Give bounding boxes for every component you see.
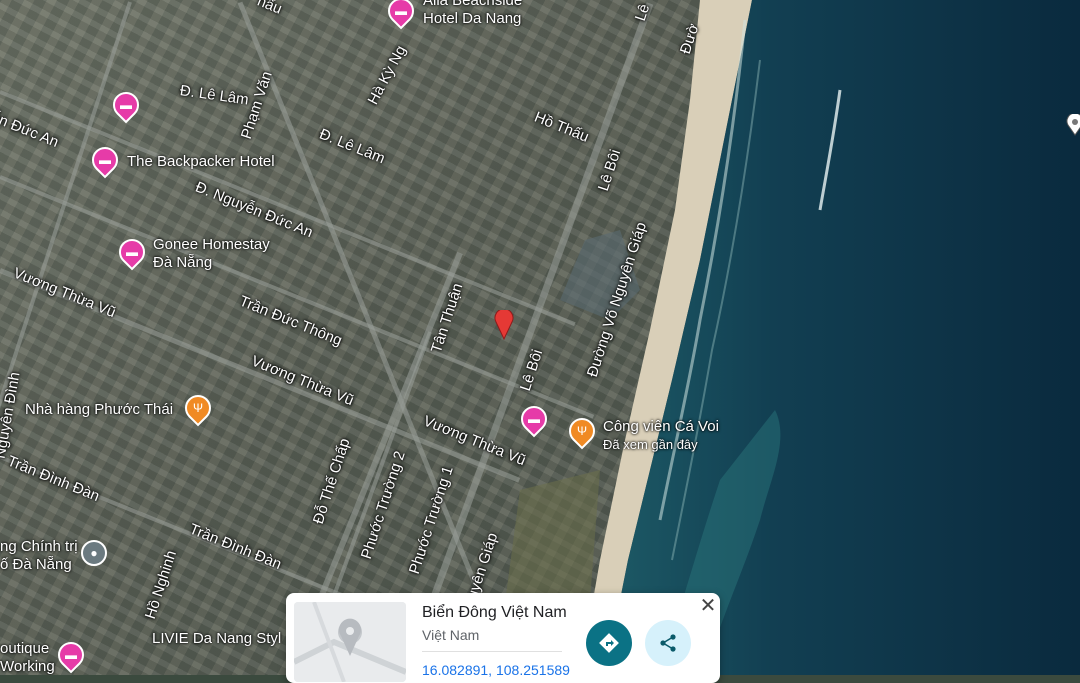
share-icon	[660, 634, 676, 652]
government-pin[interactable]: ●	[81, 540, 107, 566]
bed-icon: ▬	[120, 98, 132, 112]
place-title: Biển Đông Việt Nam	[422, 604, 567, 621]
poi-label-livie[interactable]: LIVIE Da Nang Styl	[152, 630, 281, 648]
fork-knife-icon: Ψ	[192, 401, 204, 415]
directions-button[interactable]	[586, 620, 632, 666]
share-button[interactable]	[645, 620, 691, 666]
bed-icon: ▬	[65, 648, 77, 662]
fork-knife-icon: Ψ	[576, 424, 588, 438]
red-marker-icon[interactable]	[494, 310, 514, 340]
bed-icon: ▬	[395, 3, 407, 18]
bed-icon: ▬	[126, 245, 138, 259]
poi-label-nha-hang[interactable]: Nhà hàng Phước Thái	[25, 401, 173, 419]
place-info-card[interactable]: Biển Đông Việt Nam Việt Nam 16.082891, 1…	[286, 593, 720, 683]
poi-label-cong-vien[interactable]: Công viên Cá Voi Đã xem gần đây	[603, 418, 719, 454]
bed-icon: ▬	[99, 153, 111, 167]
poi-label-backpacker[interactable]: The Backpacker Hotel	[127, 153, 275, 171]
bed-icon: ▬	[528, 412, 540, 426]
directions-icon	[599, 633, 619, 653]
street-view-thumbnail[interactable]	[294, 602, 406, 682]
divider	[422, 651, 562, 652]
location-pin-icon[interactable]	[1066, 114, 1080, 136]
poi-label-alia[interactable]: Alia Beachside Hotel Da Nang	[423, 0, 522, 28]
close-button[interactable]: ✕	[698, 596, 718, 616]
poi-label-gonee[interactable]: Gonee Homestay Đà Nẵng	[153, 236, 270, 272]
place-subtitle: Việt Nam	[422, 627, 480, 643]
map-thumbnail-icon	[294, 602, 406, 682]
map-canvas[interactable]: hấu Đ. Lê Lâm Phạm Văn Hà Kỳ Ng Hồ Thấu …	[0, 0, 1080, 675]
coordinates-link[interactable]: 16.082891, 108.251589	[422, 662, 570, 678]
poi-label-chinh-tri[interactable]: ng Chính trị ố Đà Nẵng	[0, 538, 78, 574]
poi-label-working[interactable]: outique Working	[0, 640, 55, 675]
building-icon: ●	[90, 546, 98, 560]
